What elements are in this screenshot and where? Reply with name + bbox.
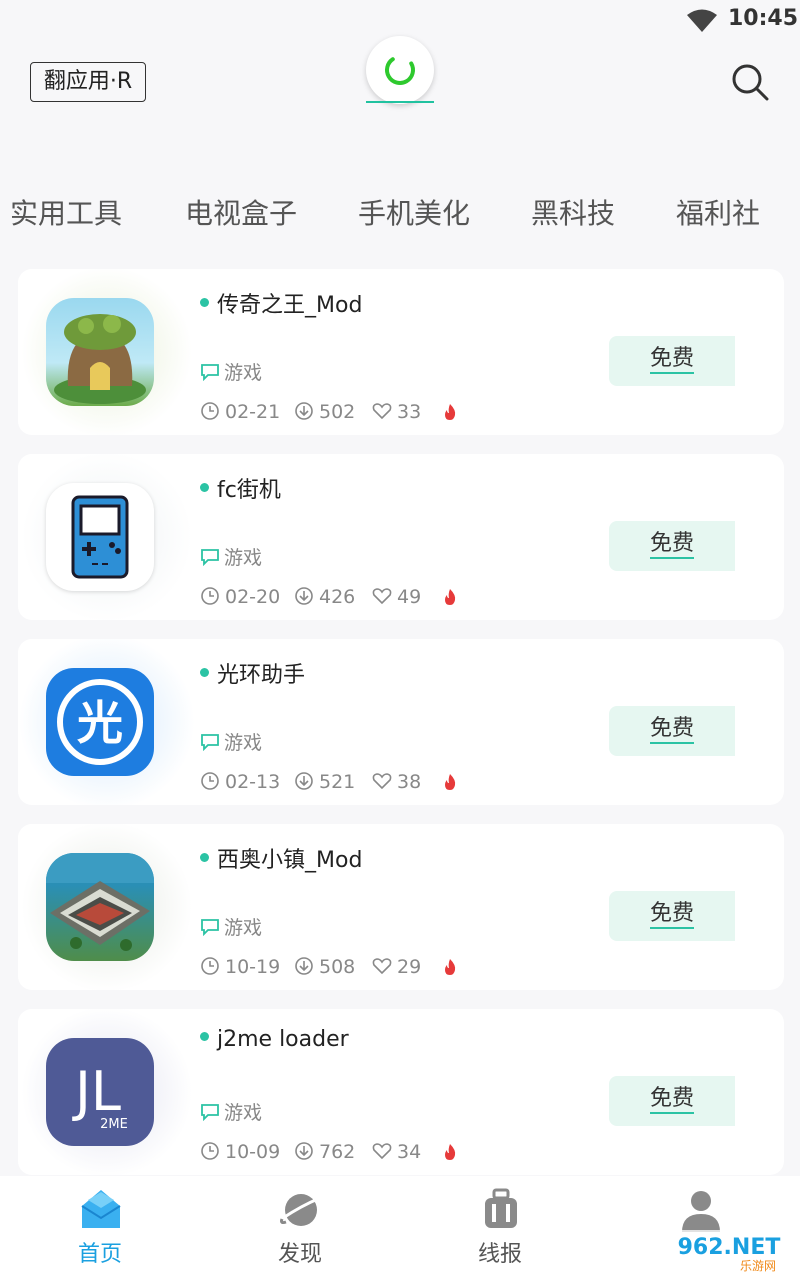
user-icon: [682, 1191, 720, 1232]
heart-icon: [372, 1142, 392, 1159]
hot-fire-icon: [445, 1144, 456, 1160]
app-downloads: 521: [294, 771, 355, 793]
chat-icon: [201, 918, 219, 936]
free-button[interactable]: 免费: [609, 706, 735, 756]
nav-discover-label: 发现: [277, 1242, 322, 1267]
app-card[interactable]: fc街机 游戏 02-20 426 49 免费: [18, 454, 784, 620]
category-tab-welfare[interactable]: 福利社: [676, 192, 760, 232]
category-tab-tools[interactable]: 实用工具: [10, 192, 122, 232]
app-downloads: 426: [294, 586, 355, 608]
brand-logo[interactable]: 翻应用·R: [30, 62, 146, 102]
planet-icon: [280, 1194, 321, 1226]
app-icon-guanghuan: 光: [46, 668, 154, 776]
status-dot: [200, 667, 209, 677]
clock-icon: [201, 956, 219, 975]
download-icon: [295, 956, 313, 975]
app-title: fc街机: [200, 472, 281, 504]
download-icon: [295, 771, 313, 790]
heart-icon: [372, 957, 392, 974]
status-time: 10:45: [728, 6, 799, 31]
category-tab-tvbox[interactable]: 电视盒子: [185, 192, 297, 232]
guanghuan-glyph: 光: [77, 696, 123, 750]
chat-icon: [201, 363, 219, 381]
watermark-text: 962.NET: [678, 1235, 781, 1260]
download-icon: [295, 586, 313, 605]
status-bar: 10:45: [0, 0, 800, 40]
status-dot: [200, 297, 209, 307]
hot-fire-icon: [445, 959, 456, 975]
clock-icon: [201, 1141, 219, 1160]
app-date: 02-20: [200, 586, 280, 608]
chat-icon: [201, 1103, 219, 1121]
heart-icon: [372, 772, 392, 789]
app-title: j2me loader: [200, 1027, 349, 1052]
heart-icon: [372, 587, 392, 604]
free-button[interactable]: 免费: [609, 336, 735, 386]
app-title: 传奇之王_Mod: [200, 287, 362, 319]
category-tab-beautify[interactable]: 手机美化: [358, 192, 470, 232]
app-icon-theotown: [46, 853, 154, 961]
clock-icon: [201, 401, 219, 420]
app-date: 10-09: [200, 1141, 280, 1163]
jl-sub-glyph: 2ME: [100, 1117, 128, 1132]
hot-fire-icon: [445, 774, 456, 790]
app-downloads: 502: [294, 401, 355, 423]
app-card[interactable]: 西奥小镇_Mod 游戏 10-19 508 29 免费: [18, 824, 784, 990]
app-downloads: 508: [294, 956, 355, 978]
app-likes: 49: [372, 586, 421, 608]
loading-icon: [385, 55, 415, 85]
refresh-spinner[interactable]: [366, 36, 434, 104]
app-date: 02-13: [200, 771, 280, 793]
app-likes: 38: [372, 771, 421, 793]
category-tab-blacktech[interactable]: 黑科技: [531, 192, 615, 232]
app-title: 西奥小镇_Mod: [200, 842, 362, 874]
free-button[interactable]: 免费: [609, 1076, 735, 1126]
clock-icon: [201, 771, 219, 790]
app-category: 游戏: [200, 728, 262, 755]
status-dot: [200, 482, 209, 492]
app-category: 游戏: [200, 913, 262, 940]
app-downloads: 762: [294, 1141, 355, 1163]
site-watermark: 962.NET 乐游网: [664, 1230, 794, 1274]
app-card[interactable]: 光 光环助手 游戏 02-13 521 38 免费: [18, 639, 784, 805]
app-category: 游戏: [200, 358, 262, 385]
app-likes: 34: [372, 1141, 421, 1163]
app-icon-j2me-loader: JL 2ME: [46, 1038, 154, 1146]
nav-news-label: 线报: [477, 1242, 522, 1267]
status-dot: [200, 852, 209, 862]
heart-icon: [372, 402, 392, 419]
tab-indicator: [366, 101, 434, 103]
chat-icon: [201, 548, 219, 566]
clock-icon: [201, 586, 219, 605]
nav-discover[interactable]: 发现: [240, 1176, 360, 1280]
wifi-icon: [687, 9, 717, 32]
hot-fire-icon: [445, 404, 456, 420]
app-likes: 29: [372, 956, 421, 978]
hot-fire-icon: [445, 589, 456, 605]
app-icon-fc-arcade: [46, 483, 154, 591]
nav-news[interactable]: 线报: [440, 1176, 560, 1280]
app-icon-legend-king: [46, 298, 154, 406]
app-card[interactable]: JL 2ME j2me loader 游戏 10-09 762 34 免费: [18, 1009, 784, 1175]
app-category: 游戏: [200, 543, 262, 570]
app-category: 游戏: [200, 1098, 262, 1125]
luggage-icon: [485, 1188, 517, 1228]
jl-glyph: JL: [72, 1060, 121, 1123]
search-icon[interactable]: [730, 62, 770, 102]
chat-icon: [201, 733, 219, 751]
app-likes: 33: [372, 401, 421, 423]
nav-home[interactable]: 首页: [40, 1176, 160, 1280]
app-title: 光环助手: [200, 657, 305, 689]
nav-home-label: 首页: [77, 1242, 122, 1267]
app-card[interactable]: 传奇之王_Mod 游戏 02-21 502 33 免费: [18, 269, 784, 435]
app-date: 02-21: [200, 401, 280, 423]
watermark-sub: 乐游网: [740, 1259, 776, 1273]
status-dot: [200, 1031, 209, 1041]
download-icon: [295, 1141, 313, 1160]
download-icon: [295, 401, 313, 420]
app-date: 10-19: [200, 956, 280, 978]
free-button[interactable]: 免费: [609, 521, 735, 571]
free-button[interactable]: 免费: [609, 891, 735, 941]
home-mail-icon: [81, 1190, 121, 1228]
